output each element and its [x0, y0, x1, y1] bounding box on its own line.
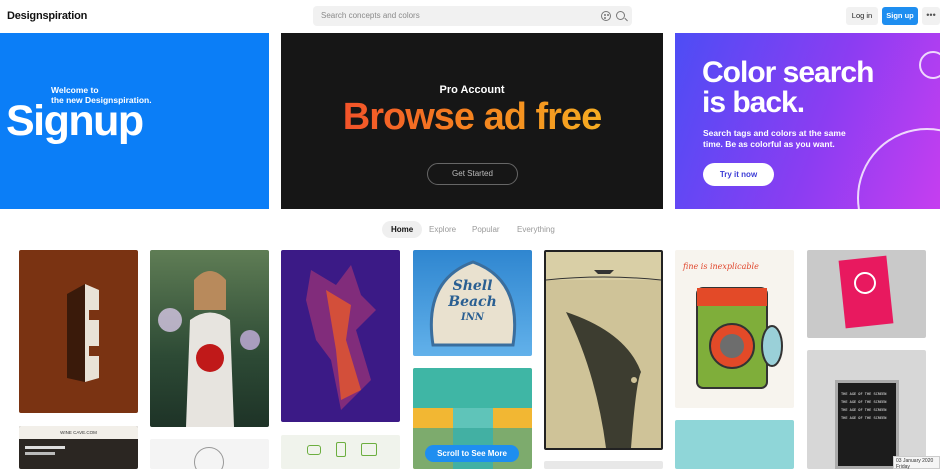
- gamepad-icon: [307, 445, 321, 455]
- browse-ad-free-headline: Browse ad free: [281, 96, 663, 139]
- pro-account-banner: Pro Account Browse ad free Get Started: [281, 33, 663, 209]
- color-search-headline-line1: Color search: [702, 56, 874, 89]
- letterboard-line-2: THE AGE OF THE SCREEN: [841, 400, 887, 404]
- scroll-to-see-more-button[interactable]: Scroll to See More: [425, 445, 519, 462]
- website-title: WINE CAVE.COM: [19, 426, 138, 439]
- washing-machine-artwork: [696, 287, 783, 389]
- signup-banner-line1: Welcome to: [51, 85, 99, 95]
- system-clock: 03 January 2020 Friday: [893, 456, 940, 470]
- login-button[interactable]: Log in: [846, 7, 878, 25]
- signup-banner-headline: Signup: [6, 97, 144, 145]
- search-icon[interactable]: [616, 11, 625, 20]
- get-started-button[interactable]: Get Started: [427, 163, 518, 185]
- more-options-button[interactable]: •••: [922, 7, 940, 25]
- decorative-circle-small: [919, 51, 940, 79]
- grid-item-whale-etching[interactable]: [544, 250, 663, 450]
- poster-artwork: [158, 271, 260, 427]
- grid-item-letter-e[interactable]: [19, 250, 138, 413]
- site-logo[interactable]: Designspiration: [7, 10, 87, 22]
- pro-account-title: Pro Account: [439, 84, 505, 96]
- letter-e-artwork: [67, 284, 99, 382]
- color-search-description: Search tags and colors at the same time.…: [703, 128, 846, 149]
- washer-caption: fine is inexplicable: [683, 262, 759, 271]
- grid-item-washing-machine[interactable]: fine is inexplicable: [675, 250, 794, 408]
- tab-home[interactable]: Home: [382, 221, 423, 238]
- grid-item-shell-beach-sign[interactable]: Shell Beach INN: [413, 250, 532, 356]
- signup-button[interactable]: Sign up: [882, 7, 918, 25]
- signup-banner[interactable]: Welcome to the new Designspiration. Sign…: [0, 33, 269, 209]
- color-search-headline: Color search is back.: [702, 56, 874, 119]
- whale-artwork: [546, 252, 661, 448]
- search-input[interactable]: Search concepts and colors: [313, 6, 632, 26]
- letterboard-line-3: THE AGE OF THE SCREEN: [841, 408, 887, 412]
- search-placeholder: Search concepts and colors: [321, 11, 420, 20]
- grid-item-wolf-illustration[interactable]: [281, 250, 400, 422]
- photo-icon: [361, 443, 377, 456]
- grid-item-icon-set[interactable]: [281, 435, 400, 469]
- grid-item-movie-poster[interactable]: [150, 250, 269, 427]
- shell-sign-word-1: Shell: [452, 278, 493, 294]
- try-it-now-button[interactable]: Try it now: [703, 163, 774, 186]
- shell-sign-word-2: Beach: [448, 294, 497, 310]
- clock-day: Friday: [896, 464, 910, 470]
- grid-item-emblem[interactable]: [150, 439, 269, 469]
- letterboard-line-1: THE AGE OF THE SCREEN: [841, 392, 887, 396]
- tab-everything[interactable]: Everything: [517, 221, 555, 238]
- shell-sign-word-3: INN: [461, 312, 484, 323]
- phone-icon: [336, 442, 346, 457]
- decorative-circle: [857, 128, 940, 209]
- color-search-banner: Color search is back. Search tags and co…: [675, 33, 940, 209]
- grid-item-teal[interactable]: [675, 420, 794, 469]
- color-search-headline-line2: is back.: [702, 86, 805, 119]
- grid-item-letterboard[interactable]: THE AGE OF THE SCREEN THE AGE OF THE SCR…: [807, 350, 926, 469]
- letterboard-line-4: THE AGE OF THE SCREEN: [841, 416, 887, 420]
- color-palette-icon[interactable]: [601, 11, 611, 21]
- grid-item-partial[interactable]: [544, 461, 663, 469]
- wolf-artwork: [306, 265, 376, 410]
- top-navigation-bar: Designspiration Search concepts and colo…: [0, 0, 940, 32]
- grid-item-website[interactable]: WINE CAVE.COM: [19, 426, 138, 469]
- tab-popular[interactable]: Popular: [472, 221, 500, 238]
- grid-item-pink-print[interactable]: [807, 250, 926, 338]
- tab-explore[interactable]: Explore: [429, 221, 456, 238]
